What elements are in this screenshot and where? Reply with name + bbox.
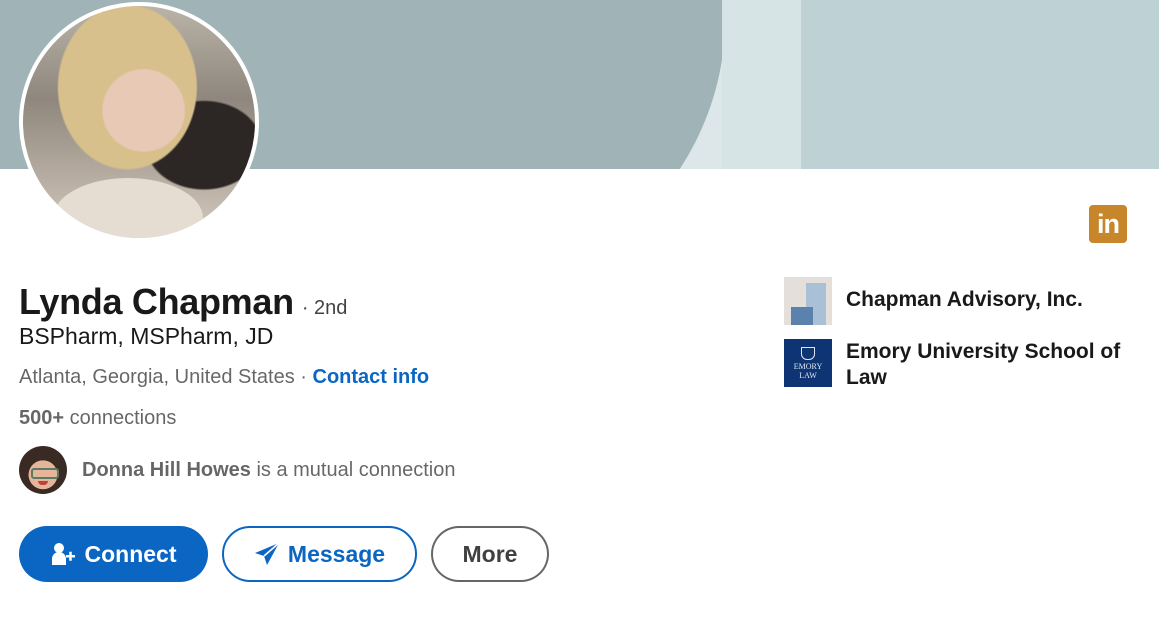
more-button-label: More [462,540,518,567]
chapman-advisory-logo [784,277,832,325]
paper-plane-icon [254,542,280,566]
connect-button-label: Connect [84,540,177,567]
connections-label: connections [64,407,177,429]
name-row: Lynda Chapman · 2nd [19,281,347,323]
logo-shape [791,307,813,325]
connect-button[interactable]: Connect [19,526,208,582]
more-button[interactable]: More [431,526,549,582]
connections-count: 500+ [19,407,65,429]
profile-photo-detail [53,178,203,238]
profile-photo[interactable] [19,2,259,242]
connections-row[interactable]: 500+ connections [19,407,176,430]
location-row: Atlanta, Georgia, United States · Contac… [19,366,429,389]
profile-location: Atlanta, Georgia, United States [19,366,295,388]
linkedin-icon: in [1089,205,1127,243]
profile-headline: BSPharm, MSPharm, JD [19,323,274,349]
person-add-icon [51,542,77,566]
mutual-connection-label: is a mutual connection [250,458,456,481]
mutual-connection-avatar [19,446,67,494]
mutual-connection-text: Donna Hill Howes is a mutual connection [82,459,455,482]
org-emory-law[interactable]: EMORY LAW Emory University School of Law [784,339,1146,391]
emory-law-logo: EMORY LAW [784,339,832,387]
avatar-detail [31,468,59,479]
contact-info-link[interactable]: Contact info [313,366,430,388]
avatar-detail [38,481,48,485]
banner-shape-strip [722,0,802,169]
emory-logo-bottom-text: LAW [799,371,817,380]
message-button-label: Message [287,540,386,567]
shield-icon [801,347,815,360]
banner-shape-right [801,0,1159,169]
mutual-connection-name: Donna Hill Howes [82,458,251,481]
message-button[interactable]: Message [222,526,417,582]
emory-logo-top-text: EMORY [793,362,823,371]
location-separator: · [294,366,313,388]
org-name: Emory University School of Law [846,340,1121,389]
org-name: Chapman Advisory, Inc. [846,288,1083,311]
mutual-connection-row[interactable]: Donna Hill Howes is a mutual connection [19,446,455,494]
org-chapman-advisory[interactable]: Chapman Advisory, Inc. [784,277,1146,325]
connection-degree: · 2nd [301,297,348,319]
profile-name: Lynda Chapman [19,281,294,322]
